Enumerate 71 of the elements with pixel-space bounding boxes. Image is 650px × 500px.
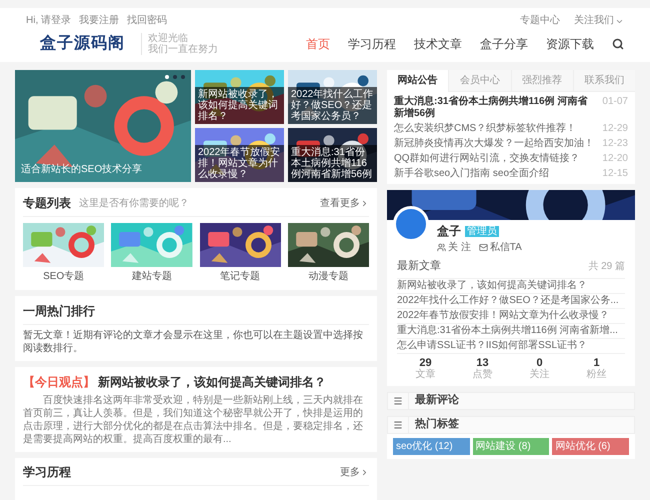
topic-label[interactable]: 笔记专题	[220, 269, 260, 284]
mail-icon	[478, 243, 488, 252]
section-title: 最新文章	[397, 258, 441, 274]
profile-action[interactable]: 私信TA	[478, 240, 522, 255]
section-subtitle: 这里是否有你需要的呢？	[79, 196, 189, 210]
notice-date: 12-23	[602, 138, 628, 150]
top-link[interactable]: 我要注册	[79, 14, 119, 28]
today-tag: 【今日观点】	[23, 373, 95, 391]
chevron-icon	[360, 198, 369, 208]
stat-value: 29	[419, 356, 432, 368]
notice-date: 12-20	[602, 153, 628, 165]
nav-item[interactable]: 盒子分享	[480, 35, 528, 53]
profile-action[interactable]: 关 注	[437, 240, 471, 255]
stat-label: 点赞	[472, 368, 492, 380]
stat-label: 文章	[416, 368, 436, 380]
empty-message: 暂无文章！近期有评论的文章才会显示在这里，你也可以在主题设置中选择按阅读数排行。	[23, 329, 364, 355]
section-title: 专题列表	[23, 195, 71, 212]
top-link[interactable]: 关注我们	[574, 14, 624, 28]
notice-link[interactable]: 重大消息:31省份本土病例共增116例 河南省新增56例	[394, 96, 596, 120]
article-count: 共 29 篇	[588, 260, 625, 274]
top-link[interactable]: 找回密码	[127, 14, 167, 28]
notice-date: 01-07	[602, 96, 628, 109]
tagline: 我们一直在努力	[148, 44, 218, 55]
widget-title: 最新评论	[415, 392, 459, 408]
card-caption[interactable]: 2022年找什么工作好？做SEO？还是考国家公务员？	[288, 87, 377, 124]
section-title: 一周热门排行	[23, 302, 369, 325]
card-caption[interactable]: 新网站被收录了，该如何提高关键词排名？	[195, 87, 284, 124]
article-title[interactable]: 新网站被收录了，该如何提高关键词排名？	[98, 373, 326, 391]
more-link[interactable]: 更多	[340, 464, 369, 480]
stat-label: 粉丝	[586, 368, 606, 380]
stat-value: 13	[476, 356, 489, 368]
top-link[interactable]: Hi, 请登录	[26, 14, 71, 28]
widget-title: 热门标签	[415, 416, 459, 432]
nav-item[interactable]: 学习历程	[348, 35, 396, 53]
article-link[interactable]: 2022年找什么工作好？做SEO？还是考国家公务...	[397, 294, 625, 308]
notice-date: 12-29	[602, 123, 628, 135]
stat-value: 0	[536, 356, 543, 368]
card-caption[interactable]: 重大消息:31省份本土病例共增116例河南省新增56例	[288, 145, 377, 182]
search-icon[interactable]	[612, 38, 624, 50]
tag[interactable]: 网站优化 (6)	[552, 438, 629, 454]
nav-item[interactable]: 首页	[306, 35, 330, 53]
tagline: 欢迎光临	[148, 33, 188, 44]
topic-label[interactable]: SEO专题	[43, 269, 84, 284]
users-icon	[437, 243, 446, 252]
notice-link[interactable]: QQ群如何进行网站引流，交换友情链接？	[394, 153, 596, 165]
stat-value: 1	[593, 356, 600, 368]
topic-label[interactable]: 建站专题	[132, 269, 172, 284]
article-link[interactable]: 怎么申请SSL证书？IIS如何部署SSL证书？	[397, 338, 625, 354]
notice-link[interactable]: 新手谷歌seo入门指南 seo全面介绍	[394, 168, 596, 180]
nav-item[interactable]: 技术文章	[414, 35, 462, 53]
user-name: 盒子	[437, 223, 461, 240]
topic-label[interactable]: 动漫专题	[308, 269, 348, 284]
stat-label: 关注	[530, 368, 550, 380]
notice-date: 12-15	[602, 168, 628, 180]
article-excerpt: 百度快速排名这两年非常受欢迎，特别是一些新站刚上线，三天内就排在首页前三，真让人羡慕。但是，我们知道这个秘密早就公开了，快排是运用的点击原理，进行大部分优化的都是在点击算法中排名。但是，要稳定排名，还是需要提高网站的权重。提高百度权重的最有...	[23, 394, 364, 446]
section-title: 学习历程	[23, 464, 71, 481]
chevron-icon	[360, 468, 369, 476]
article-link[interactable]: 2022年春节放假安排！网站文章为什么收录慢？	[397, 308, 625, 324]
menu-icon	[393, 396, 403, 406]
role-badge: 管理员	[465, 226, 499, 236]
nav-item[interactable]: 资源下载	[546, 35, 594, 53]
menu-icon	[393, 420, 403, 430]
logo: 盒子源码阁	[40, 34, 125, 54]
notice-link[interactable]: 怎么安装织梦CMS？织梦标签软件推荐！	[394, 123, 596, 135]
article-link[interactable]: 新网站被收录了，该如何提高关键词排名？	[397, 278, 625, 294]
notice-link[interactable]: 新冠肺炎疫情再次大爆发？一起给西安加油！	[394, 138, 596, 150]
top-link[interactable]: 专题中心	[520, 14, 560, 28]
article-link[interactable]: 重大消息:31省份本土病例共增116例 河南省新增...	[397, 324, 625, 338]
slide-caption: 适合新站长的SEO技术分享	[21, 162, 142, 177]
card-caption[interactable]: 2022年春节放假安排！网站文章为什么收录慢？	[195, 145, 284, 182]
more-link[interactable]: 查看更多	[320, 196, 369, 210]
